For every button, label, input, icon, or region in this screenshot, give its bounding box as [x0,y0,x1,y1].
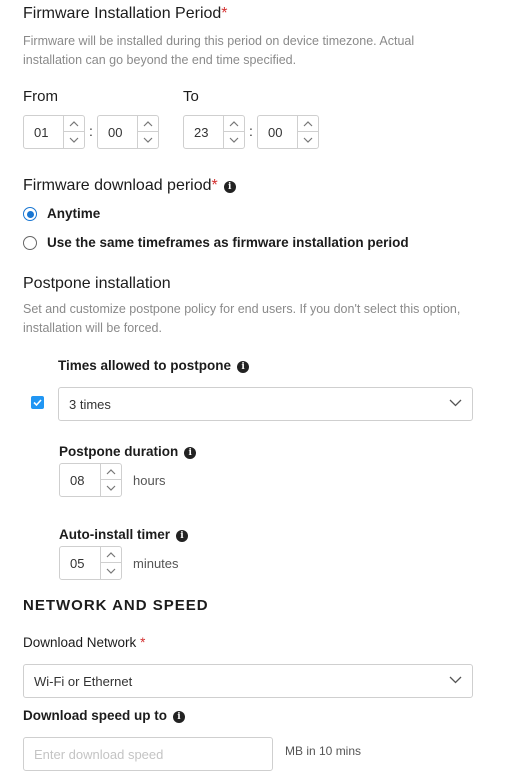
auto-install-timer-label: Auto-install timer i [59,527,189,542]
auto-install-timer-unit: minutes [133,556,179,571]
chevron-down-icon [449,676,462,684]
required-mark: * [221,5,228,22]
chevron-down-icon [143,137,153,143]
decrement-button[interactable] [101,480,121,496]
download-speed-label: Download speed up to i [23,708,185,723]
postpone-duration-unit: hours [133,473,166,488]
install-period-description-line: Firmware will be installed during this p… [23,34,415,48]
postpone-duration-stepper[interactable]: 08 [59,463,122,497]
decrement-button[interactable] [101,563,121,579]
postpone-checkbox[interactable] [31,396,44,409]
download-speed-unit: MB in 10 mins [285,744,362,758]
to-hour-stepper[interactable]: 23 [183,115,245,149]
to-hour-stepper-buttons [223,116,244,148]
info-icon[interactable]: i [237,361,250,373]
postpone-title: Postpone installation [23,275,171,292]
info-icon[interactable]: i [184,447,197,459]
from-hour-value: 01 [34,125,49,140]
times-allowed-select[interactable]: 3 times [58,387,473,421]
download-speed-input[interactable] [24,738,272,770]
increment-button[interactable] [64,116,84,132]
chevron-up-icon [106,551,116,557]
radio-anytime[interactable] [23,207,37,221]
postpone-description-line: installation will be forced. [23,321,162,335]
decrement-button[interactable] [138,132,158,148]
from-label: From [23,88,58,105]
postpone-duration-label-text: Postpone duration [59,444,179,459]
chevron-down-icon [106,568,116,574]
download-network-select[interactable]: Wi-Fi or Ethernet [23,664,473,698]
postpone-duration-value: 08 [70,473,85,488]
auto-install-timer-stepper[interactable]: 05 [59,546,122,580]
times-allowed-label: Times allowed to postpone i [58,358,250,373]
info-icon[interactable]: i [223,181,236,193]
install-period-description-line: installation can go beyond the end time … [23,53,297,67]
increment-button[interactable] [101,547,121,563]
from-hour-stepper[interactable]: 01 [23,115,85,149]
chevron-down-icon [69,137,79,143]
install-period-title: Firmware Installation Period* [23,5,228,23]
to-minute-stepper[interactable]: 00 [257,115,319,149]
network-section-title: NETWORK AND SPEED [23,597,209,614]
increment-button[interactable] [101,464,121,480]
chevron-up-icon [106,468,116,474]
radio-anytime-label[interactable]: Anytime [47,206,100,221]
postpone-description-line: Set and customize postpone policy for en… [23,302,461,316]
time-separator: : [249,123,253,139]
download-speed-label-text: Download speed up to [23,708,167,723]
chevron-down-icon [229,137,239,143]
auto-install-timer-stepper-buttons [100,547,121,579]
increment-button[interactable] [224,116,244,132]
decrement-button[interactable] [298,132,318,148]
info-icon[interactable]: i [176,530,189,542]
radio-same-timeframes-label[interactable]: Use the same timeframes as firmware inst… [47,235,409,250]
download-speed-field[interactable] [23,737,273,771]
auto-install-timer-label-text: Auto-install timer [59,527,171,542]
to-minute-value: 00 [268,125,283,140]
checkmark-icon [33,399,42,407]
chevron-up-icon [143,120,153,126]
info-icon[interactable]: i [173,711,185,723]
postpone-duration-label: Postpone duration i [59,444,197,459]
decrement-button[interactable] [224,132,244,148]
from-minute-value: 00 [108,125,123,140]
download-period-title-text: Firmware download period [23,177,212,194]
chevron-up-icon [69,120,79,126]
increment-button[interactable] [298,116,318,132]
chevron-down-icon [106,485,116,491]
decrement-button[interactable] [64,132,84,148]
postpone-duration-stepper-buttons [100,464,121,496]
to-hour-value: 23 [194,125,209,140]
download-network-value: Wi-Fi or Ethernet [34,674,133,689]
postpone-description: Set and customize postpone policy for en… [23,300,460,338]
increment-button[interactable] [138,116,158,132]
to-minute-stepper-buttons [297,116,318,148]
from-minute-stepper-buttons [137,116,158,148]
times-allowed-label-text: Times allowed to postpone [58,358,232,373]
download-period-title: Firmware download period* i [23,177,236,195]
from-hour-stepper-buttons [63,116,84,148]
required-mark: * [211,177,218,194]
chevron-down-icon [303,137,313,143]
install-period-description: Firmware will be installed during this p… [23,32,414,70]
time-separator: : [89,123,93,139]
download-network-label-text: Download Network [23,635,137,650]
to-label: To [183,88,199,105]
install-period-title-text: Firmware Installation Period [23,5,222,22]
from-minute-stepper[interactable]: 00 [97,115,159,149]
chevron-up-icon [229,120,239,126]
chevron-up-icon [303,120,313,126]
required-mark: * [140,635,146,650]
auto-install-timer-value: 05 [70,556,85,571]
radio-same-timeframes[interactable] [23,236,37,250]
times-allowed-value: 3 times [69,397,111,412]
download-network-label: Download Network * [23,635,145,650]
chevron-down-icon [449,399,462,407]
